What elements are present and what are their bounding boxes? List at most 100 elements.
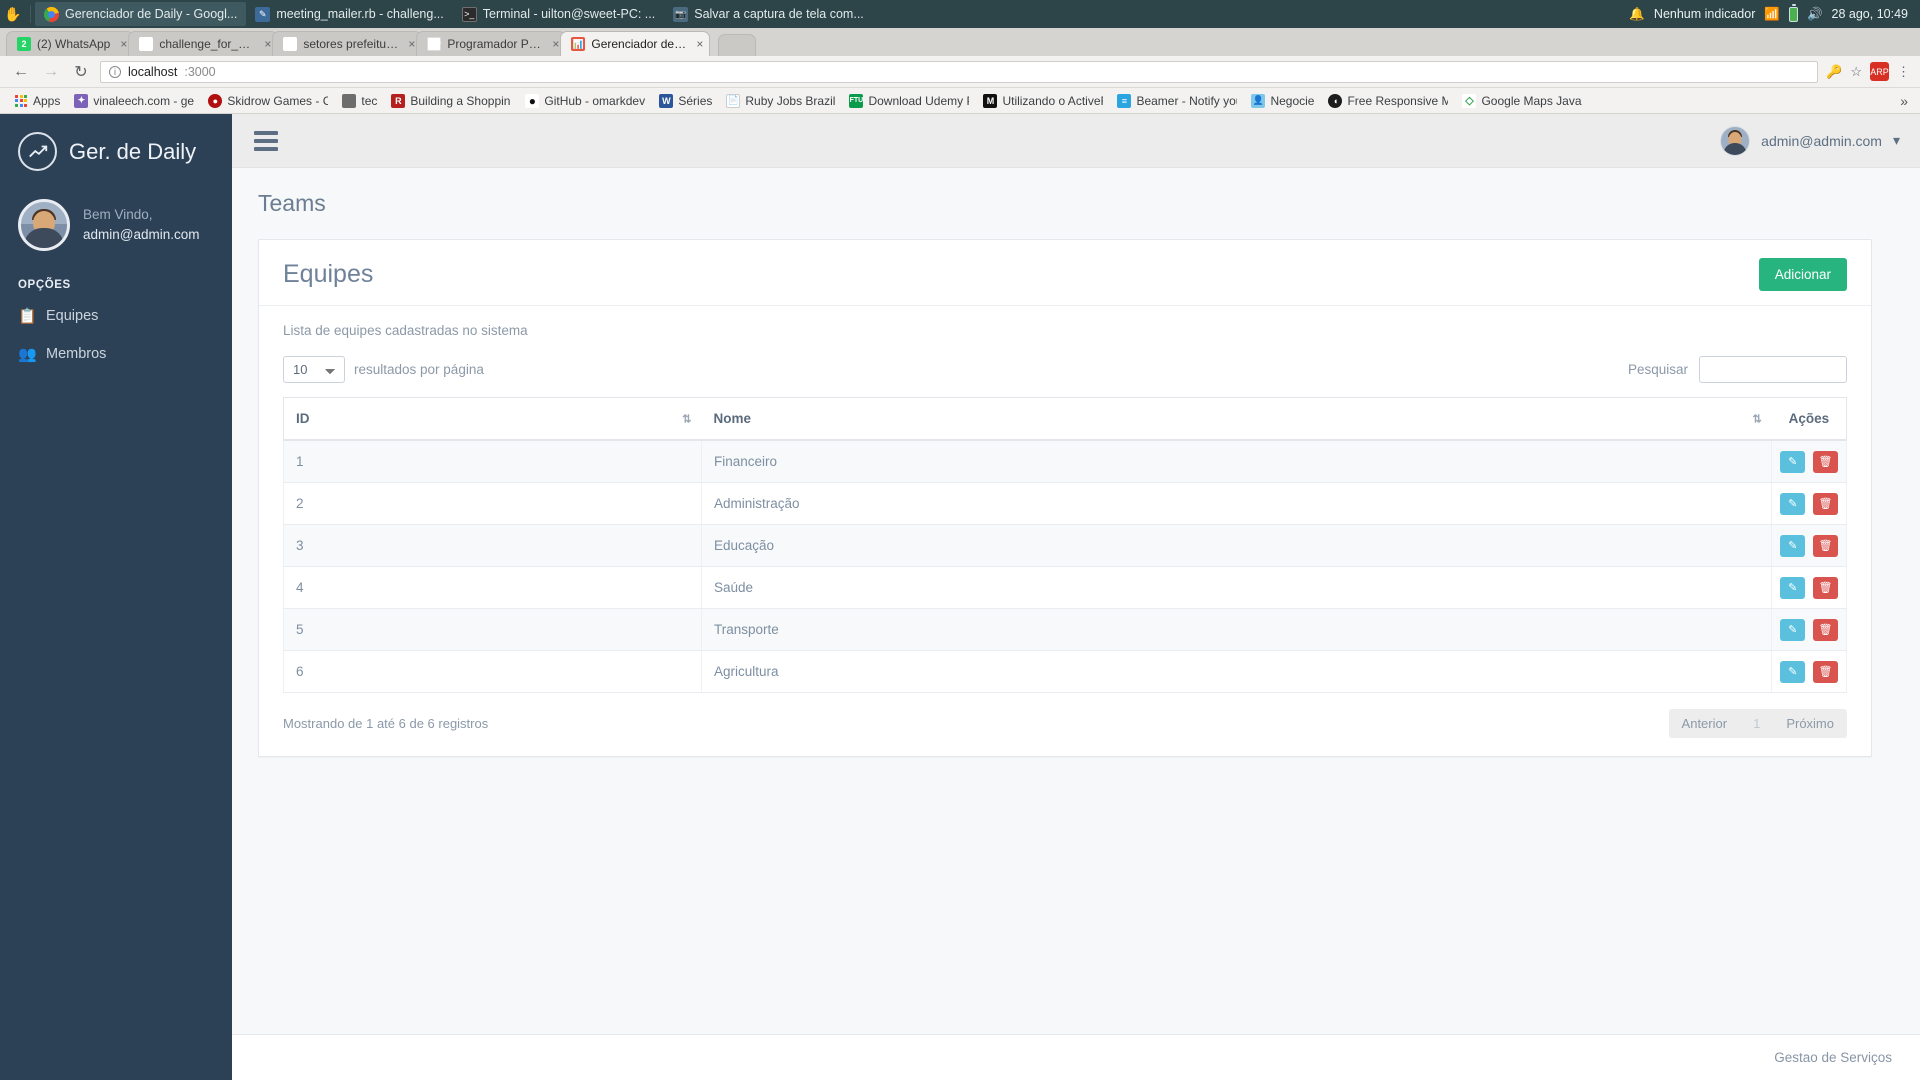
table-row[interactable]: 6 Agricultura ✎ 🗑 (283, 650, 1847, 693)
browser-tab-gerenciador-de-daily[interactable]: 📊 Gerenciador de Daily × (560, 31, 711, 56)
table-row[interactable]: 5 Transporte ✎ 🗑 (283, 608, 1847, 651)
table-header-row: ID ⇅ Nome ⇅ Ações (283, 397, 1847, 441)
browser-tab-whatsapp[interactable]: 2 (2) WhatsApp × (6, 31, 135, 56)
bookmark-google-maps-js[interactable]: ◇ Google Maps JavaSc (1456, 92, 1588, 110)
tab-close-icon[interactable]: × (260, 37, 271, 51)
taskbar-item-label: Terminal - uilton@sweet-PC: ... (482, 7, 656, 21)
negocie-icon: 👤 (1251, 93, 1266, 108)
tab-label: (2) WhatsApp (37, 37, 111, 51)
bookmark-download-udemy[interactable]: FTU Download Udemy Pa (843, 92, 975, 110)
page-length-label: resultados por página (354, 362, 484, 377)
bookmark-ruby-jobs-brazil[interactable]: 📄 Ruby Jobs Brazil (720, 92, 841, 110)
bookmark-github[interactable]: ● GitHub - omarkdev/a (519, 92, 651, 110)
bell-icon[interactable]: 🔔 (1629, 7, 1645, 22)
kebab-menu-icon[interactable]: ⋮ (1897, 64, 1910, 80)
hamburger-menu-icon[interactable] (254, 130, 278, 151)
edit-pencil-icon[interactable]: ✎ (1780, 534, 1806, 557)
edit-pencil-icon[interactable]: ✎ (1780, 660, 1806, 683)
bookmark-building-a-shopping[interactable]: R Building a Shopping (385, 92, 517, 110)
extension-key-icon[interactable]: 🔑 (1826, 64, 1842, 80)
sidebar-item-membros[interactable]: 👥 Membros (0, 335, 232, 373)
bookmark-star-icon[interactable]: ☆ (1850, 64, 1862, 80)
taskbar-window-list: Gerenciador de Daily - Googl... ✎ meetin… (35, 0, 1629, 28)
bookmark-skidrow-games[interactable]: ● Skidrow Games - Cr (202, 92, 334, 110)
word-icon: W (659, 93, 674, 108)
edit-pencil-icon[interactable]: ✎ (1780, 450, 1806, 473)
card-title: Equipes (283, 260, 374, 288)
pagination: Anterior 1 Próximo (1668, 709, 1847, 738)
welcome-label: Bem Vindo, (83, 206, 153, 222)
volume-icon[interactable]: 🔊 (1807, 7, 1823, 22)
trash-icon[interactable]: 🗑 (1813, 576, 1838, 599)
table-row[interactable]: 3 Educação ✎ 🗑 (283, 524, 1847, 567)
bookmark-apps[interactable]: Apps (8, 92, 66, 110)
tab-close-icon[interactable]: × (116, 37, 127, 51)
sidebar-brand[interactable]: Ger. de Daily (0, 114, 232, 185)
bookmarks-overflow-icon[interactable]: » (1900, 93, 1912, 109)
tab-close-icon[interactable]: × (404, 37, 415, 51)
bookmark-negocie[interactable]: 👤 Negocie (1245, 92, 1320, 110)
pagination-next[interactable]: Próximo (1773, 709, 1847, 738)
table-body: 1 Financeiro ✎ 🗑 2 Administração ✎ 🗑 3 E… (283, 440, 1847, 693)
clock-label[interactable]: 28 ago, 10:49 (1832, 7, 1908, 21)
table-row[interactable]: 2 Administração ✎ 🗑 (283, 482, 1847, 525)
taskbar-item-screenshot[interactable]: 📷 Salvar a captura de tela com... (664, 2, 873, 26)
bookmark-free-responsive[interactable]: ◖ Free Responsive Mu (1322, 92, 1454, 110)
forward-icon[interactable]: → (40, 63, 62, 81)
bookmark-series[interactable]: W Séries (653, 92, 718, 110)
sidebar-item-equipes[interactable]: 📋 Equipes (0, 297, 232, 335)
tab-close-icon[interactable]: × (692, 37, 703, 51)
trash-icon[interactable]: 🗑 (1813, 660, 1838, 683)
column-header-id[interactable]: ID ⇅ (283, 397, 702, 441)
page-length-select[interactable]: 10 25 50 100 (283, 356, 345, 383)
reload-icon[interactable]: ↻ (70, 62, 92, 82)
pagination-previous[interactable]: Anterior (1669, 709, 1741, 738)
beamer-icon: ≡ (1117, 93, 1132, 108)
new-tab-button[interactable] (718, 34, 757, 56)
omnibox-host: localhost (128, 64, 178, 79)
user-menu-dropdown[interactable]: admin@admin.com ▾ (1720, 125, 1900, 156)
bookmark-label: Apps (33, 93, 61, 108)
site-info-icon[interactable]: i (109, 65, 121, 78)
browser-tab-github[interactable]: ● challenge_for_city_hall/R × (128, 31, 279, 56)
browser-tab-job-listing[interactable]: ow Programador Pleno em × (416, 31, 567, 56)
trash-icon[interactable]: 🗑 (1813, 618, 1838, 641)
datatable-controls: 10 25 50 100 resultados por página Pesqu… (283, 356, 1847, 397)
cell-id: 5 (283, 608, 702, 651)
taskbar-item-browser[interactable]: Gerenciador de Daily - Googl... (35, 2, 247, 26)
trash-icon[interactable]: 🗑 (1813, 492, 1838, 515)
back-icon[interactable]: ← (10, 63, 32, 81)
sidebar-nav-heading: OPÇÕES (18, 279, 71, 291)
trash-icon[interactable]: 🗑 (1813, 534, 1838, 557)
table-row[interactable]: 1 Financeiro ✎ 🗑 (283, 440, 1847, 483)
edit-pencil-icon[interactable]: ✎ (1780, 492, 1806, 515)
battery-icon[interactable] (1788, 4, 1798, 22)
search-input[interactable] (1699, 356, 1847, 383)
trash-icon[interactable]: 🗑 (1813, 450, 1838, 473)
edit-pencil-icon[interactable]: ✎ (1780, 618, 1806, 641)
taskbar-divider (30, 5, 31, 23)
pagination-page-1[interactable]: 1 (1740, 709, 1773, 738)
bookmark-vinaleech[interactable]: ✦ vinaleech.com - gen (68, 92, 200, 110)
table-row[interactable]: 4 Saúde ✎ 🗑 (283, 566, 1847, 609)
address-bar[interactable]: i localhost:3000 (100, 60, 1819, 83)
edit-pencil-icon[interactable]: ✎ (1780, 576, 1806, 599)
taskbar-item-terminal[interactable]: >_ Terminal - uilton@sweet-PC: ... (453, 2, 664, 26)
taskbar-item-editor[interactable]: ✎ meeting_mailer.rb - challeng... (246, 2, 452, 26)
profile-avatar-badge[interactable]: ARP (1870, 62, 1889, 81)
add-team-button[interactable]: Adicionar (1758, 258, 1847, 291)
tab-close-icon[interactable]: × (548, 37, 559, 51)
wifi-icon[interactable]: 📶 (1764, 7, 1780, 22)
google-maps-icon: ◇ (1462, 93, 1477, 108)
sort-updown-icon[interactable]: ⇅ (682, 412, 691, 425)
browser-tab-google-search[interactable]: G setores prefeitura - Pes × (272, 31, 423, 56)
records-info: Mostrando de 1 até 6 de 6 registros (283, 716, 489, 731)
os-menu-icon[interactable]: ✋ (0, 0, 26, 28)
sort-updown-icon[interactable]: ⇅ (1753, 412, 1762, 425)
column-label: ID (296, 411, 310, 426)
bookmark-activerecord-article[interactable]: M Utilizando o ActiveRe (977, 92, 1109, 110)
bookmark-beamer[interactable]: ≡ Beamer - Notify you (1111, 92, 1243, 110)
column-header-nome[interactable]: Nome ⇅ (701, 397, 1772, 441)
skidrow-icon: ● (208, 93, 223, 108)
bookmark-folder-tec[interactable]: tec (336, 92, 383, 110)
